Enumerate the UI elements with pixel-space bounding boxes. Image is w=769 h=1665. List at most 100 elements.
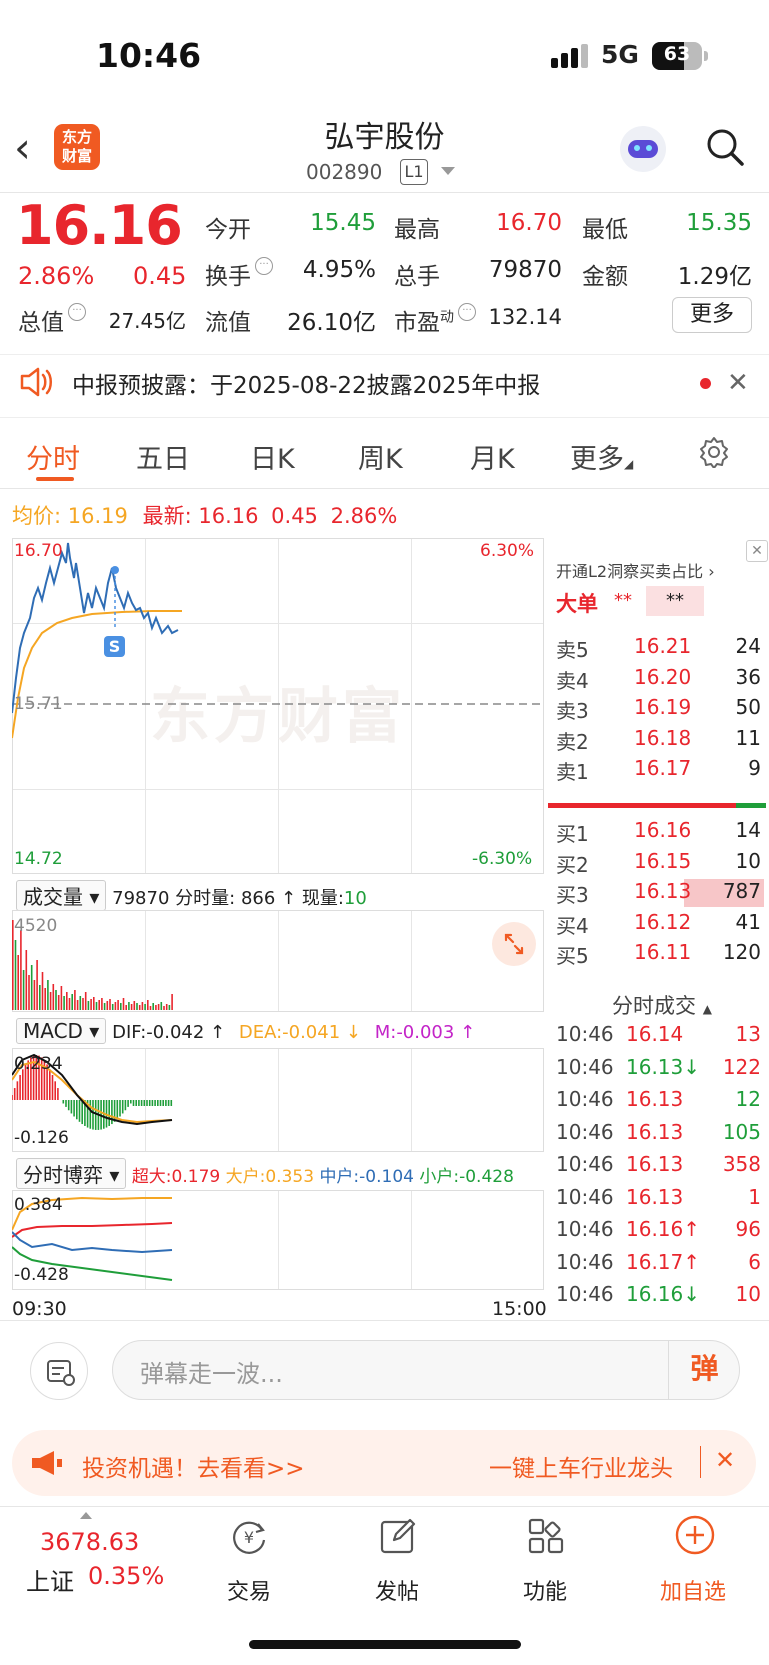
volume-bar [25, 950, 28, 1010]
l2-upgrade-text: 开通L2洞察买卖占比 [556, 562, 704, 581]
expand-icon[interactable] [492, 922, 536, 966]
volume-bar [147, 1000, 149, 1010]
level-badge[interactable]: L1 [400, 159, 428, 185]
robot-assistant-icon[interactable] [620, 126, 666, 172]
tick-volume: 6 [748, 1249, 761, 1274]
info-icon[interactable]: ··· [458, 303, 476, 321]
volume-bar [149, 1006, 152, 1010]
ask-bid-divider [548, 803, 764, 808]
nav-functions[interactable]: 功能 [500, 1574, 590, 1606]
volume-bar [60, 986, 63, 1010]
volume-bar [44, 988, 46, 1010]
battery-tip [704, 51, 708, 61]
bid-row[interactable]: 买5 16.11 120 [546, 938, 769, 968]
volume-bar [28, 975, 30, 1010]
ask-row[interactable]: 卖5 16.21 24 [546, 632, 769, 662]
banner-right-text[interactable]: 一键上车行业龙头 [489, 1449, 673, 1483]
index-pct[interactable]: 0.35% [88, 1562, 164, 1590]
volume-bar [122, 998, 125, 1010]
volume-max: 4520 [14, 916, 58, 936]
ask-row[interactable]: 卖3 16.19 50 [546, 693, 769, 723]
mktcap-label-text: 总值 [18, 310, 64, 336]
volume-bar [79, 996, 82, 1010]
high-label: 最高 [394, 217, 440, 243]
divider [0, 1320, 769, 1321]
macd-selector[interactable]: MACD ▾ [16, 1018, 107, 1044]
danmu-send-button[interactable]: 弹 [668, 1340, 740, 1400]
order-price: 16.13 [634, 879, 692, 903]
volume-total: 79870 [112, 888, 170, 909]
tab-intraday[interactable]: 分时 [26, 437, 80, 476]
apps-icon[interactable] [526, 1516, 566, 1556]
tick-price: 16.13 [626, 1184, 684, 1209]
volume-bar [101, 998, 103, 1010]
flow-selector[interactable]: 分时博弈 ▾ [16, 1158, 127, 1189]
flow-large: 大户:0.353 [225, 1167, 315, 1187]
tick-volume: 12 [735, 1087, 761, 1111]
danmu-settings-icon[interactable] [30, 1342, 88, 1400]
macd-dea: DEA:-0.041 [238, 1022, 341, 1043]
volume-bar [33, 980, 36, 1010]
post-icon[interactable] [378, 1516, 418, 1556]
current-price: 16.16 [16, 194, 183, 257]
bid-row[interactable]: 买4 16.12 41 [546, 908, 769, 938]
gear-icon[interactable] [698, 436, 730, 468]
volume-bar [157, 1004, 160, 1010]
volume-bar [55, 990, 57, 1010]
banner-left-text[interactable]: 投资机遇！去看看>> [82, 1449, 305, 1483]
tick-time: 10:46 [556, 1217, 614, 1241]
search-icon[interactable] [705, 127, 745, 167]
summary-change-pct: 2.86% [330, 504, 398, 528]
bid-row[interactable]: 买2 16.15 10 [546, 847, 769, 877]
buy-sell-marker-icon[interactable]: S [104, 636, 125, 657]
tab-more[interactable]: 更多◢ [570, 437, 633, 476]
index-toggle-icon[interactable] [80, 1512, 92, 1519]
tab-weekly-k[interactable]: 周K [358, 437, 403, 476]
turnover-label-text: 换手 [205, 264, 251, 290]
tick-row: 10:46 16.16↑ 96 [546, 1215, 769, 1245]
info-icon[interactable]: ··· [68, 303, 86, 321]
close-icon[interactable]: ✕ [746, 540, 768, 562]
add-icon[interactable] [674, 1514, 716, 1556]
bid-row[interactable]: 买3 16.13 787 [546, 877, 769, 907]
bid-row[interactable]: 买1 16.16 14 [546, 816, 769, 846]
order-volume: 24 [735, 634, 761, 658]
order-volume: 36 [735, 664, 761, 689]
info-icon[interactable]: ··· [255, 257, 273, 275]
price-summary: 均价: 16.19 最新: 16.16 0.45 2.86% [12, 500, 397, 530]
order-volume: 10 [735, 848, 761, 873]
index-name[interactable]: 上证 [26, 1562, 74, 1597]
l2-upgrade-link[interactable]: 开通L2洞察买卖占比 › [556, 558, 715, 582]
ask-row[interactable]: 卖2 16.18 11 [546, 724, 769, 754]
flow-small: 小户:-0.428 [419, 1167, 514, 1187]
home-indicator [249, 1640, 521, 1649]
volume-selector[interactable]: 成交量 ▾ [16, 880, 107, 911]
high-value: 16.70 [496, 210, 562, 236]
svg-text:¥: ¥ [244, 1528, 254, 1547]
nav-trade[interactable]: 交易 [204, 1574, 294, 1606]
chevron-down-icon[interactable] [441, 167, 455, 175]
order-volume: 787 [722, 879, 761, 903]
ask-row[interactable]: 卖4 16.20 36 [546, 663, 769, 693]
nav-add-watchlist[interactable]: 加自选 [648, 1574, 738, 1606]
volume-bar [90, 999, 92, 1010]
tab-monthly-k[interactable]: 月K [470, 437, 515, 476]
big-order-value2: ** [646, 586, 704, 616]
close-icon[interactable]: ✕ [727, 368, 749, 398]
tab-five-day[interactable]: 五日 [136, 437, 190, 476]
chart-mid-price: 15.71 [14, 694, 63, 714]
tick-volume-label: 分时量: [175, 888, 236, 909]
index-value[interactable]: 3678.63 [40, 1528, 139, 1556]
macd-selector-label: MACD [23, 1019, 83, 1043]
tick-row: 10:46 16.13↓ 122 [546, 1053, 769, 1083]
pe-superscript: 动 [440, 309, 454, 326]
more-button[interactable]: 更多 [672, 297, 752, 333]
ask-row[interactable]: 卖1 16.17 9 [546, 754, 769, 784]
close-icon[interactable]: ✕ [715, 1446, 735, 1474]
nav-post[interactable]: 发帖 [352, 1574, 442, 1606]
tab-daily-k[interactable]: 日K [250, 437, 295, 476]
trade-icon[interactable]: ¥ [228, 1516, 270, 1558]
notice-text[interactable]: 中报预披露：于2025-08-22披露2025年中报 [72, 366, 540, 400]
flow-bottom: -0.428 [14, 1265, 69, 1285]
ticks-header[interactable]: 分时成交 ▲ [612, 990, 712, 1020]
